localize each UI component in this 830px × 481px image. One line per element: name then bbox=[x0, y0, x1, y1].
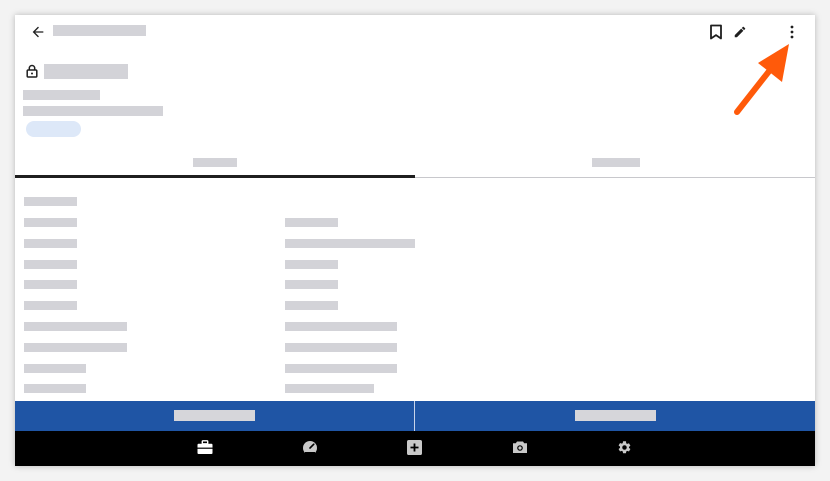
page-title bbox=[53, 25, 146, 36]
field-value bbox=[285, 343, 397, 352]
field-label bbox=[24, 364, 86, 373]
field-label bbox=[24, 218, 77, 227]
field-label bbox=[24, 343, 127, 352]
nav-tools[interactable] bbox=[185, 431, 225, 466]
field-value bbox=[285, 239, 415, 248]
section-heading bbox=[24, 197, 77, 206]
field-value bbox=[285, 364, 397, 373]
field-value bbox=[285, 384, 374, 393]
tab-related[interactable] bbox=[415, 149, 815, 179]
plus-square-icon bbox=[407, 440, 422, 455]
bookmark-button[interactable] bbox=[705, 21, 727, 43]
status-chip bbox=[26, 121, 81, 137]
top-app-bar bbox=[15, 15, 815, 51]
secondary-action-button[interactable] bbox=[415, 401, 815, 431]
bookmark-icon bbox=[710, 24, 722, 40]
back-button[interactable] bbox=[27, 21, 49, 43]
briefcase-icon bbox=[197, 440, 213, 454]
camera-icon bbox=[513, 441, 527, 453]
more-options-button[interactable] bbox=[781, 21, 803, 43]
nav-add[interactable] bbox=[395, 431, 435, 466]
field-value bbox=[285, 322, 397, 331]
pencil-icon bbox=[734, 26, 746, 38]
app-window bbox=[15, 15, 815, 466]
field-label bbox=[24, 239, 77, 248]
nav-settings[interactable] bbox=[605, 431, 645, 466]
nav-camera[interactable] bbox=[500, 431, 540, 466]
more-vertical-icon bbox=[790, 25, 794, 39]
primary-action-label bbox=[174, 410, 255, 421]
record-subtitle bbox=[23, 90, 100, 100]
gear-icon bbox=[618, 441, 631, 454]
tab-general-label bbox=[193, 158, 237, 167]
field-label bbox=[24, 260, 77, 269]
details-list bbox=[15, 178, 815, 401]
speedometer-icon bbox=[303, 441, 317, 455]
record-title bbox=[44, 64, 128, 79]
bottom-navigation bbox=[15, 431, 815, 466]
edit-button[interactable] bbox=[729, 21, 751, 43]
field-label bbox=[24, 301, 77, 310]
field-label bbox=[24, 384, 86, 393]
field-value bbox=[285, 218, 338, 227]
secondary-action-label bbox=[575, 410, 656, 421]
action-bar bbox=[15, 401, 815, 431]
field-value bbox=[285, 260, 338, 269]
lock-icon bbox=[26, 64, 38, 78]
field-value bbox=[285, 301, 338, 310]
record-description bbox=[23, 106, 163, 116]
primary-action-button[interactable] bbox=[15, 401, 415, 431]
tab-related-label bbox=[592, 158, 640, 167]
arrow-left-icon bbox=[32, 26, 44, 38]
field-label bbox=[24, 280, 77, 289]
nav-dashboard[interactable] bbox=[290, 431, 330, 466]
field-label bbox=[24, 322, 127, 331]
field-value bbox=[285, 280, 338, 289]
